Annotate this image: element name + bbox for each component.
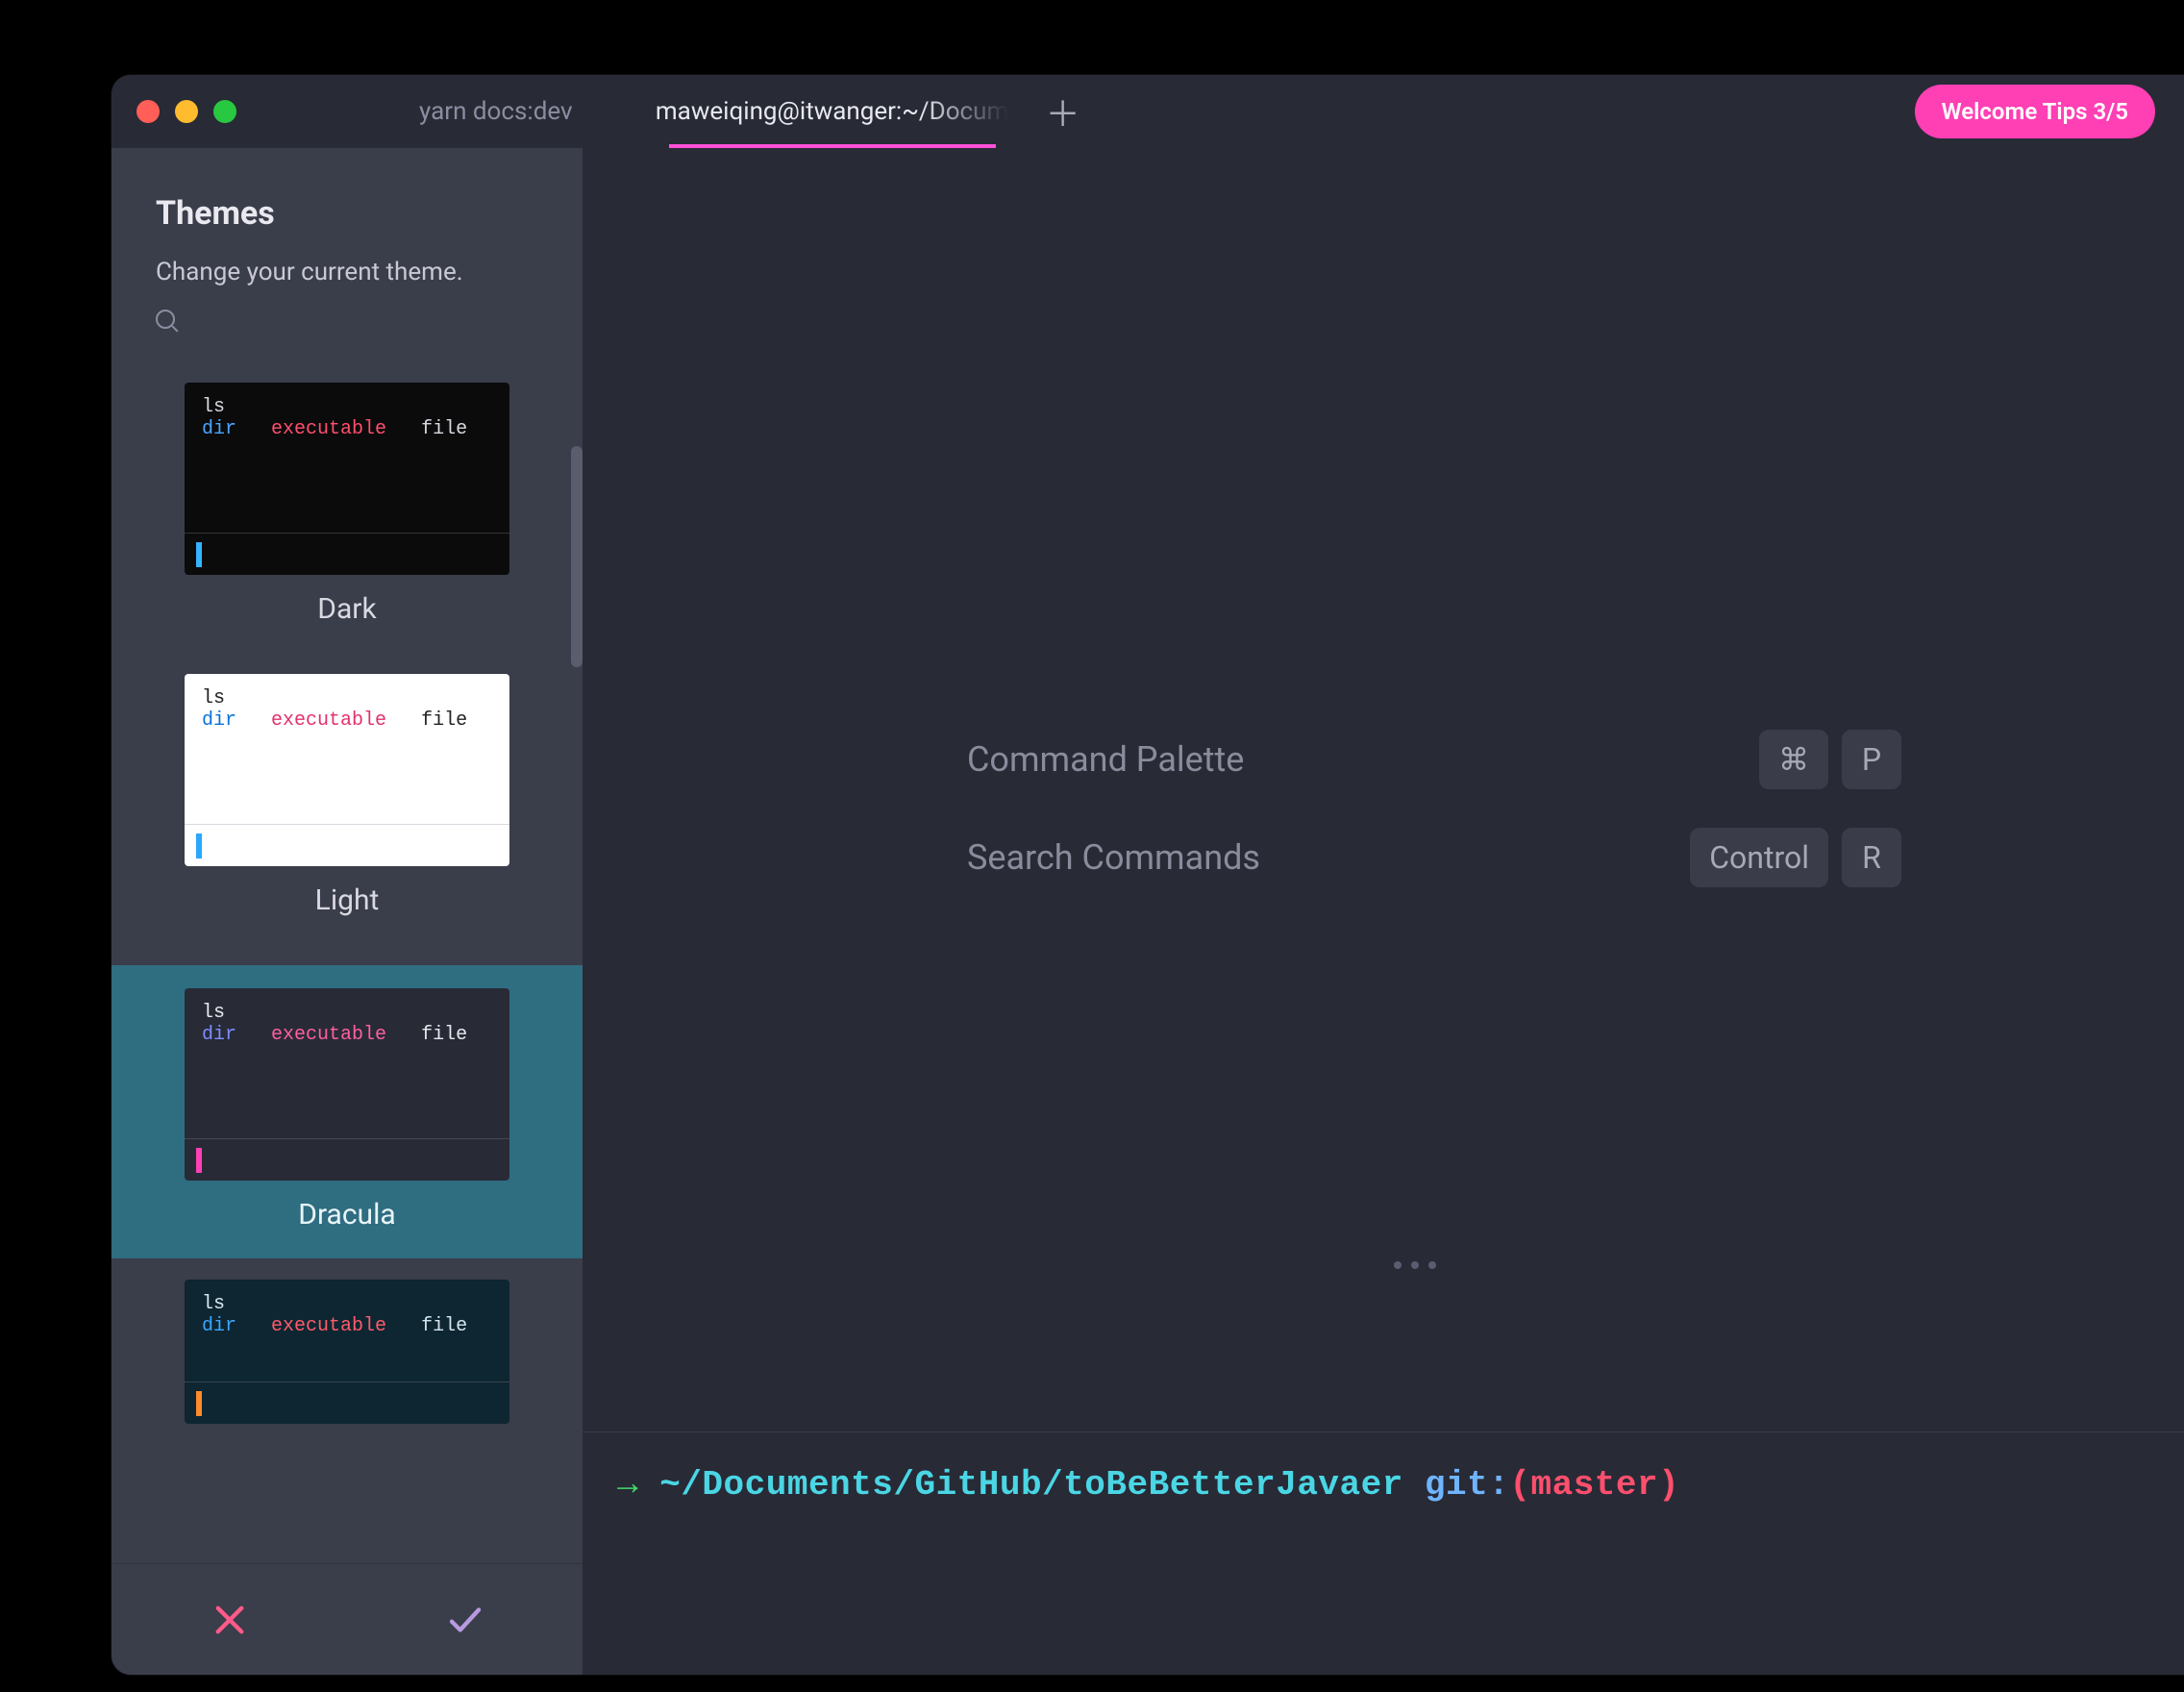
tab-yarn-docs[interactable]: yarn docs:dev (361, 75, 631, 148)
search-icon (156, 310, 175, 329)
close-icon[interactable] (136, 100, 160, 123)
preview-dir: dir (202, 709, 236, 732)
theme-list[interactable]: ls dir executable file Dark (112, 344, 583, 1563)
titlebar: yarn docs:dev maweiqing@itwanger:~/Docum… (112, 75, 2184, 148)
theme-preview: ls dir executable file (185, 1280, 509, 1424)
sidebar-subtitle: Change your current theme. (156, 258, 538, 286)
preview-exe: executable (271, 1024, 386, 1046)
theme-card-light[interactable]: ls dir executable file Light (156, 674, 538, 944)
theme-preview: ls dir executable file (185, 988, 509, 1181)
hint-label: Command Palette (967, 739, 1244, 780)
theme-name: Light (156, 866, 538, 944)
preview-exe: executable (271, 418, 386, 440)
app-window: yarn docs:dev maweiqing@itwanger:~/Docum… (112, 75, 2184, 1675)
key-cmd: ⌘ (1759, 730, 1828, 789)
preview-ls: ls (202, 1293, 492, 1315)
maximize-icon[interactable] (213, 100, 236, 123)
preview-ls: ls (202, 687, 492, 709)
theme-preview: ls dir executable file (185, 674, 509, 866)
preview-file: file (421, 418, 467, 440)
theme-card-next[interactable]: ls dir executable file (156, 1280, 538, 1424)
prompt-path: ~/Documents/GitHub/toBeBetterJavaer (659, 1465, 1403, 1505)
cursor-icon (196, 834, 202, 858)
keyboard-hints: Command Palette ⌘ P Search Commands Cont… (967, 730, 1901, 887)
tab-label: maweiqing@itwanger:~/Docum (656, 97, 1008, 126)
tab-terminal-session[interactable]: maweiqing@itwanger:~/Docum (631, 75, 1034, 148)
preview-dir: dir (202, 1024, 236, 1046)
prompt-arrow-icon: → (617, 1465, 659, 1505)
preview-file: file (421, 1024, 467, 1046)
theme-preview: ls dir executable file (185, 383, 509, 575)
prompt-git-label: git: (1425, 1465, 1509, 1505)
hint-keys: ⌘ P (1759, 730, 1901, 789)
theme-search-input[interactable] (156, 310, 538, 335)
theme-card-dark[interactable]: ls dir executable file Dark (156, 383, 538, 653)
cursor-icon (196, 1148, 202, 1173)
check-icon (445, 1600, 485, 1640)
minimize-icon[interactable] (175, 100, 198, 123)
preview-dir: dir (202, 1315, 236, 1337)
cursor-icon (196, 542, 202, 567)
prompt-branch: master (1530, 1465, 1658, 1505)
theme-name: Dark (156, 575, 538, 653)
ellipsis-icon (1394, 1261, 1436, 1269)
preview-dir: dir (202, 418, 236, 440)
key-p: P (1842, 730, 1901, 789)
tab-label: yarn docs:dev (419, 97, 573, 126)
key-r: R (1842, 828, 1901, 887)
traffic-lights (136, 100, 236, 123)
preview-file: file (421, 709, 467, 732)
theme-name: Dracula (156, 1181, 538, 1258)
tab-strip: yarn docs:dev maweiqing@itwanger:~/Docum… (361, 75, 1092, 148)
tips-label: Welcome Tips 3/5 (1942, 98, 2128, 125)
welcome-tips-pill[interactable]: Welcome Tips 3/5 (1915, 85, 2155, 138)
hint-command-palette: Command Palette ⌘ P (967, 730, 1901, 789)
preview-exe: executable (271, 709, 386, 732)
preview-ls: ls (202, 1002, 492, 1024)
theme-card-dracula[interactable]: ls dir executable file Dracula (112, 965, 583, 1258)
prompt-input-area[interactable]: → ~/Documents/GitHub/toBeBetterJavaer gi… (583, 1431, 2184, 1643)
sidebar-title: Themes (156, 194, 538, 233)
prompt-open-paren: ( (1509, 1465, 1530, 1505)
hint-search-commands: Search Commands Control R (967, 828, 1901, 887)
prompt-close-paren: ) (1658, 1465, 1679, 1505)
plus-icon: ＋ (1046, 87, 1080, 137)
hint-keys: Control R (1690, 828, 1901, 887)
new-tab-button[interactable]: ＋ (1034, 75, 1092, 148)
cancel-button[interactable] (206, 1596, 254, 1644)
hint-label: Search Commands (967, 837, 1260, 878)
preview-file: file (421, 1315, 467, 1337)
preview-ls: ls (202, 396, 492, 418)
key-control: Control (1690, 828, 1828, 887)
terminal-pane[interactable]: Command Palette ⌘ P Search Commands Cont… (583, 148, 2184, 1675)
themes-sidebar: Themes Change your current theme. ls dir (112, 148, 583, 1675)
close-icon (210, 1600, 250, 1640)
cursor-icon (196, 1391, 202, 1416)
confirm-button[interactable] (441, 1596, 489, 1644)
sidebar-actions (112, 1563, 583, 1675)
preview-exe: executable (271, 1315, 386, 1337)
